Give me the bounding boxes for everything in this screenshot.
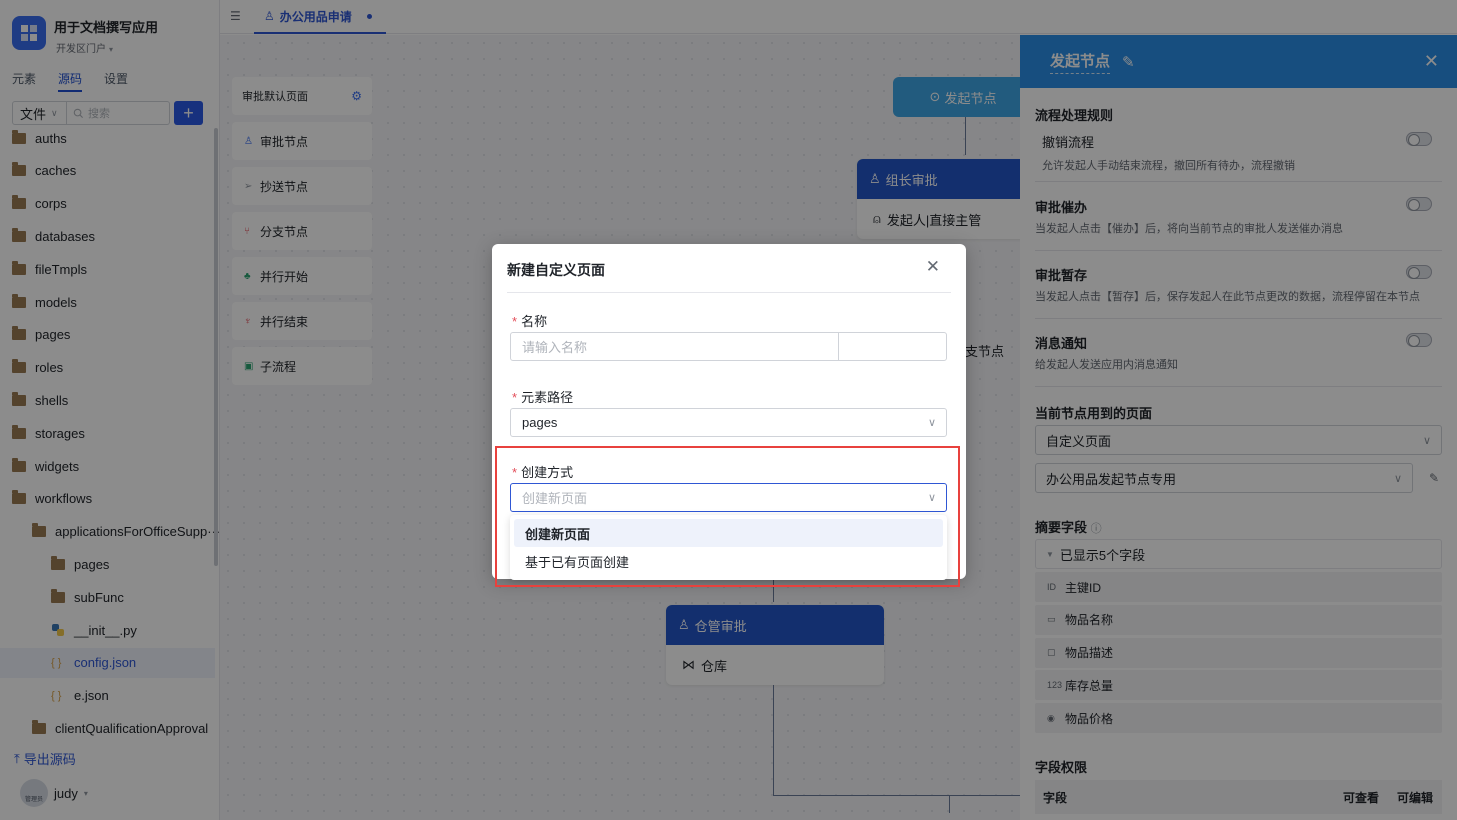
chevron-down-icon: ∨ [927, 417, 936, 429]
required-mark: * [512, 314, 518, 329]
input-divider [838, 333, 839, 360]
name-label: * 名称 [512, 311, 547, 330]
name-input[interactable]: 请输入名称 [510, 332, 947, 361]
path-value: pages [522, 415, 558, 430]
divider [507, 292, 951, 293]
close-icon[interactable]: ✕ [926, 257, 940, 277]
name-placeholder: 请输入名称 [522, 340, 588, 355]
highlight-annotation [495, 446, 960, 587]
path-label: * 元素路径 [512, 387, 573, 406]
dialog-title: 新建自定义页面 [507, 262, 605, 278]
required-mark: * [512, 390, 518, 405]
path-select[interactable]: pages ∨ [510, 408, 947, 437]
name-label-text: 名称 [521, 314, 548, 329]
path-label-text: 元素路径 [521, 390, 574, 405]
